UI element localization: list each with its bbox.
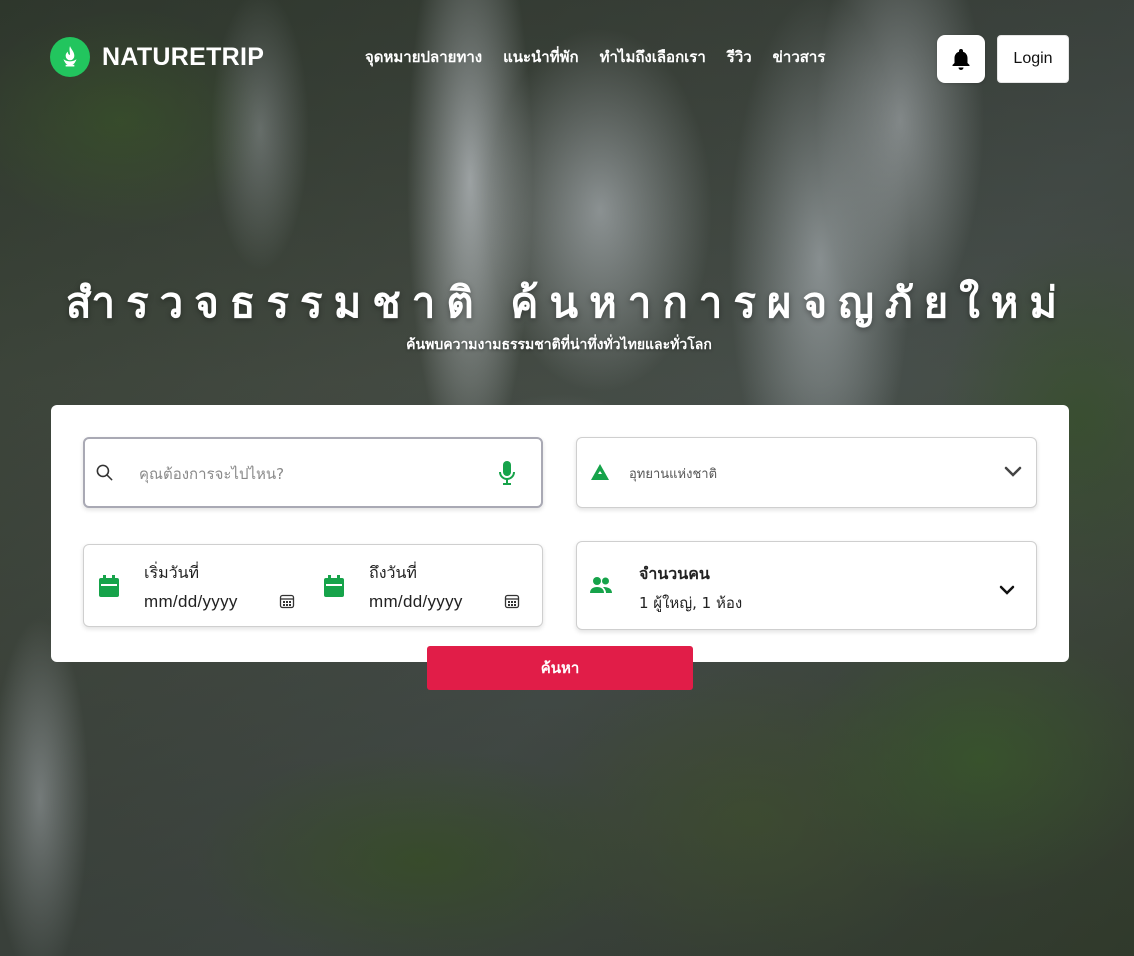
chevron-down-icon [1003, 464, 1023, 480]
guests-label: จำนวนคน [639, 564, 710, 583]
search-button[interactable]: ค้นหา [427, 646, 693, 690]
search-panel: อุทยานแห่งชาติ เริ่มวันที่ mm/dd/yyyy ถึ… [51, 405, 1069, 662]
navbar: NATURETRIP จุดหมายปลายทาง แนะนำที่พัก ทำ… [0, 0, 1134, 115]
destination-field[interactable] [83, 437, 543, 508]
nav-link-destinations[interactable]: จุดหมายปลายทาง [365, 45, 482, 69]
fire-leaf-icon [50, 37, 90, 77]
people-icon [589, 575, 613, 595]
login-button[interactable]: Login [997, 35, 1069, 83]
mountain-icon [589, 462, 611, 482]
park-type-selected: อุทยานแห่งชาติ [629, 467, 718, 482]
nav-link-why-us[interactable]: ทำไมถึงเลือกเรา [600, 45, 706, 69]
bell-icon [952, 49, 970, 70]
date-picker-icon[interactable] [278, 592, 296, 610]
calendar-icon [97, 573, 121, 599]
brand-logo[interactable]: NATURETRIP [50, 37, 264, 77]
park-type-select[interactable]: อุทยานแห่งชาติ [576, 437, 1037, 508]
hero-title: สำรวจธรรมชาติ ค้นหาการผจญภัยใหม่ [65, 278, 1069, 327]
start-date-input[interactable]: mm/dd/yyyy [144, 592, 238, 612]
brand-name: NATURETRIP [102, 42, 265, 71]
nav-link-news[interactable]: ข่าวสาร [773, 45, 826, 69]
date-picker-icon[interactable] [503, 592, 521, 610]
nav-link-accommodation[interactable]: แนะนำที่พัก [503, 45, 579, 69]
notification-button[interactable] [937, 35, 985, 83]
microphone-icon[interactable] [496, 460, 518, 486]
destination-input[interactable] [137, 459, 471, 489]
main-nav: จุดหมายปลายทาง แนะนำที่พัก ทำไมถึงเลือกเ… [365, 45, 825, 69]
end-date-input[interactable]: mm/dd/yyyy [369, 592, 463, 612]
guests-value: 1 ผู้ใหญ่, 1 ห้อง [639, 594, 743, 612]
guests-select[interactable]: จำนวนคน 1 ผู้ใหญ่, 1 ห้อง [576, 541, 1037, 630]
end-date-label: ถึงวันที่ [369, 563, 417, 582]
calendar-icon [322, 573, 346, 599]
nav-link-reviews[interactable]: รีวิว [727, 45, 752, 69]
hero-subtitle: ค้นพบความงามธรรมชาติที่น่าทึ่งทั่วไทยและ… [406, 337, 712, 353]
date-range-field: เริ่มวันที่ mm/dd/yyyy ถึงวันที่ mm/dd/y… [83, 544, 543, 627]
chevron-down-icon [997, 582, 1017, 598]
start-date-label: เริ่มวันที่ [144, 563, 200, 582]
search-icon [94, 462, 114, 482]
